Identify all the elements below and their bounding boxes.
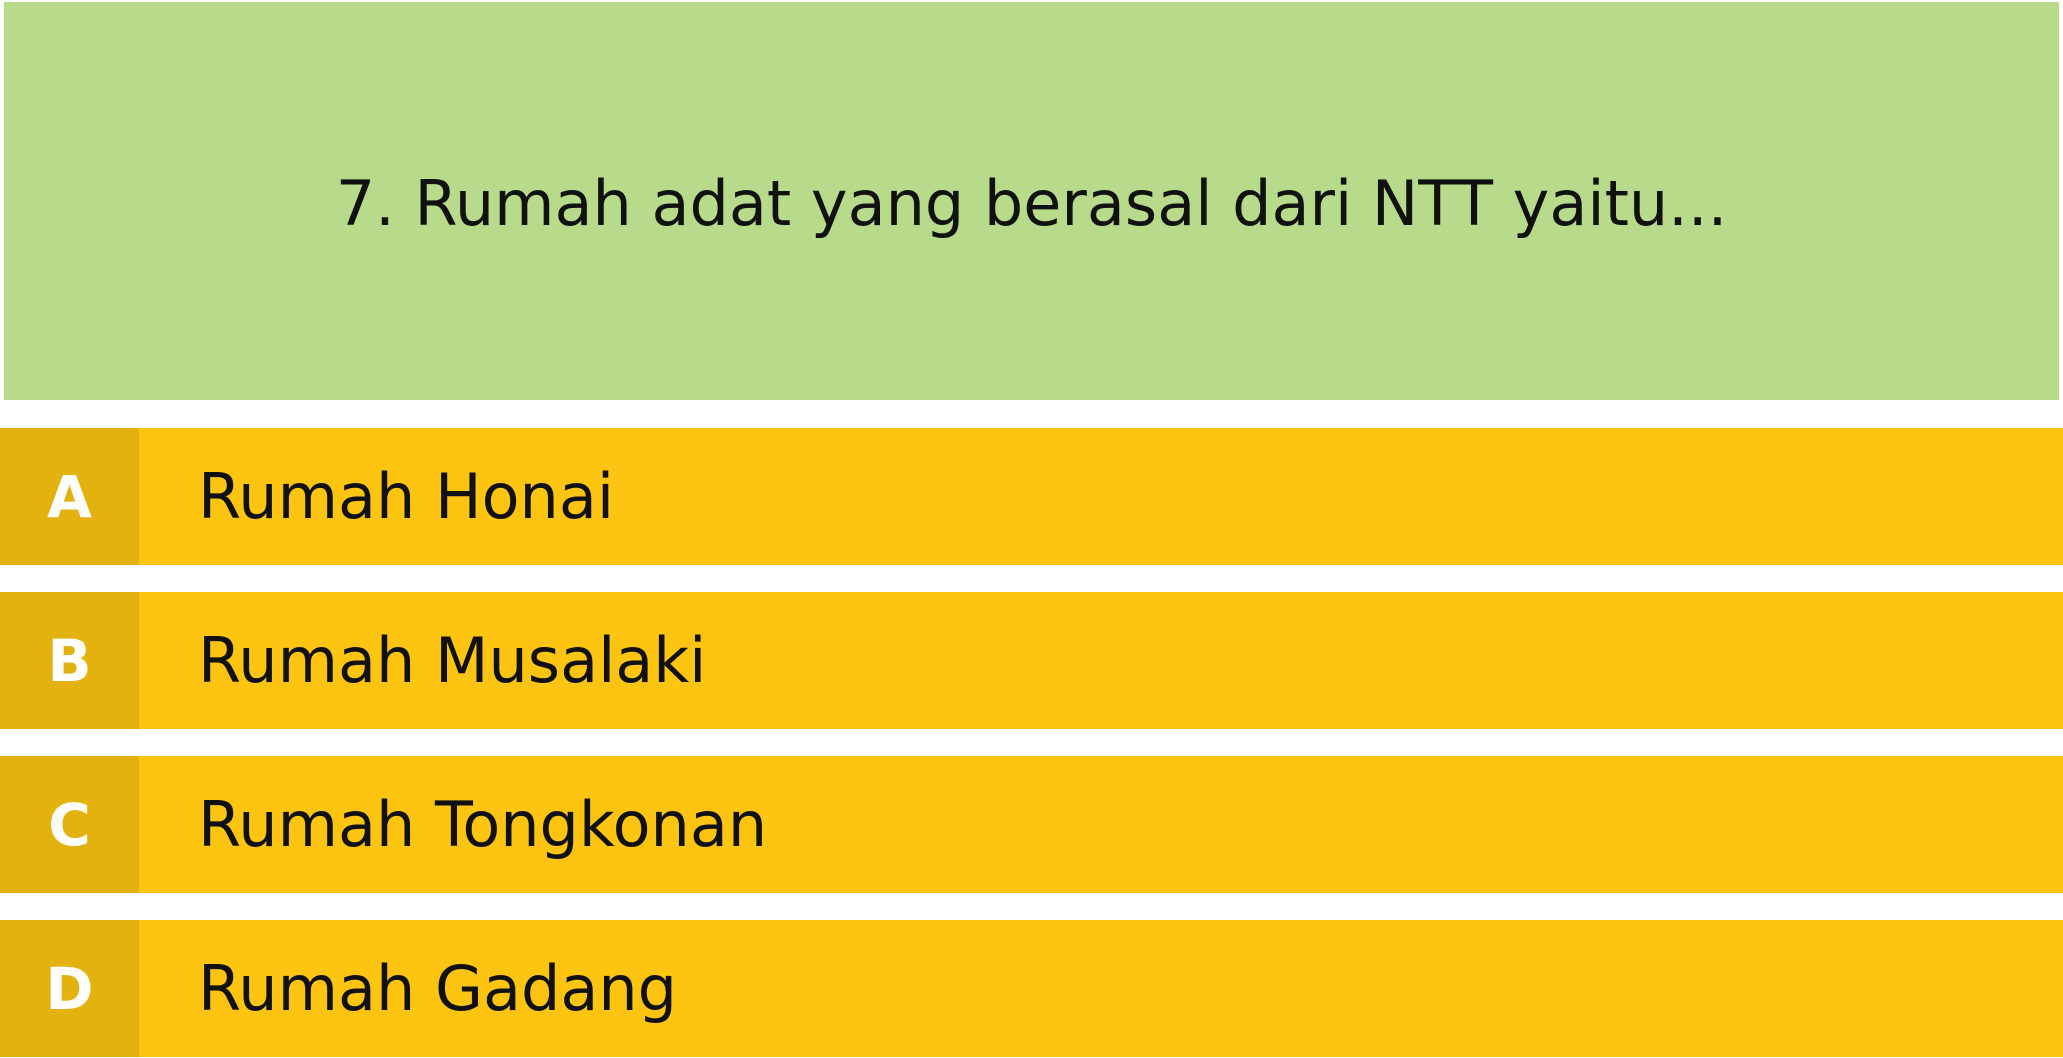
option-a-letter-box: A <box>0 428 139 565</box>
option-c-letter: C <box>48 790 91 859</box>
option-c-text: Rumah Tongkonan <box>198 788 768 861</box>
option-c[interactable]: C Rumah Tongkonan <box>0 756 2063 893</box>
option-b-letter-box: B <box>0 592 139 729</box>
option-d-text: Rumah Gadang <box>198 952 678 1025</box>
option-d-letter-box: D <box>0 920 139 1057</box>
option-b-letter: B <box>47 626 92 695</box>
option-c-letter-box: C <box>0 756 139 893</box>
option-d-letter: D <box>45 954 94 1023</box>
option-a-text: Rumah Honai <box>198 460 615 533</box>
option-a[interactable]: A Rumah Honai <box>0 428 2063 565</box>
option-b[interactable]: B Rumah Musalaki <box>0 592 2063 729</box>
option-a-letter: A <box>47 462 92 531</box>
question-text: 7. Rumah adat yang berasal dari NTT yait… <box>335 166 1728 240</box>
question-panel: 7. Rumah adat yang berasal dari NTT yait… <box>4 2 2059 400</box>
option-b-text: Rumah Musalaki <box>198 624 707 697</box>
option-d[interactable]: D Rumah Gadang <box>0 920 2063 1057</box>
